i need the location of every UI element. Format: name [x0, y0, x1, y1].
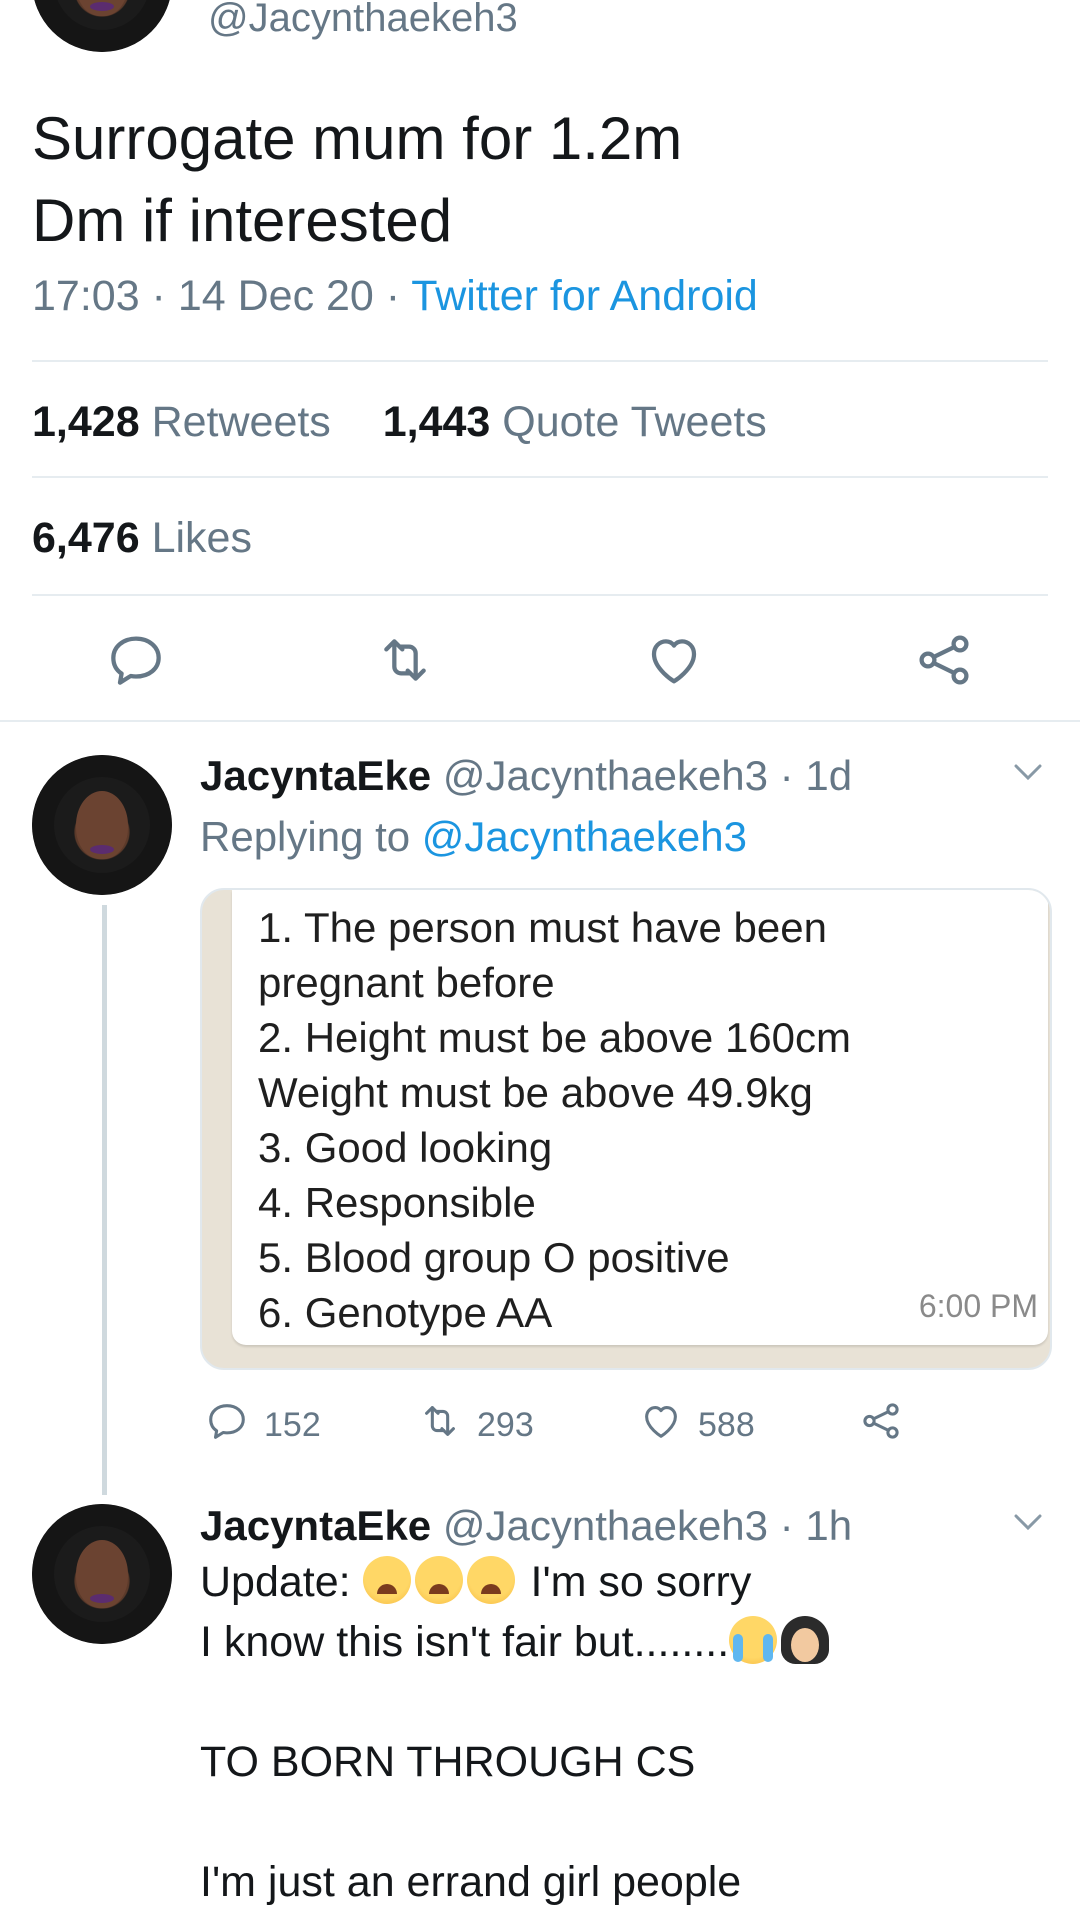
retweet-stats: 1,428 Retweets 1,443 Quote Tweets: [32, 398, 767, 447]
tweet-text-line: I'm just an errand girl people: [200, 1858, 742, 1906]
share-action[interactable]: [858, 1398, 904, 1453]
quotes-count: 1,443: [382, 398, 491, 446]
chat-line: Weight must be above 49.9kg: [258, 1069, 813, 1116]
heart-icon: [638, 1398, 684, 1453]
chat-line: 4. Responsible: [258, 1179, 536, 1226]
quotes-stat[interactable]: 1,443 Quote Tweets: [383, 398, 767, 446]
meta-separator: ·: [373, 272, 412, 320]
avatar[interactable]: [32, 1504, 172, 1644]
reply-icon: [204, 1398, 250, 1453]
meta-separator: ·: [139, 272, 178, 320]
retweets-count: 1,428: [32, 398, 140, 446]
reply-count: 152: [264, 1406, 321, 1444]
retweet-icon[interactable]: [373, 628, 437, 692]
tweet-text-segment: I'm so sorry: [518, 1558, 752, 1606]
author-name[interactable]: JacyntaEke: [200, 1502, 431, 1549]
replying-handle-link[interactable]: @Jacynthaekeh3: [422, 813, 747, 860]
divider: [32, 594, 1048, 596]
thread-connector: [102, 905, 107, 1495]
likes-stat[interactable]: 6,476 Likes: [32, 514, 252, 563]
share-icon: [858, 1398, 904, 1453]
share-icon[interactable]: [912, 628, 976, 692]
author-name[interactable]: JacyntaEke: [200, 752, 431, 799]
avatar[interactable]: [32, 0, 172, 52]
retweet-icon: [417, 1398, 463, 1453]
weary-face-emoji-icon: [362, 1556, 411, 1604]
chevron-down-icon[interactable]: [1010, 1510, 1046, 1534]
likes-count: 6,476: [32, 514, 140, 562]
divider: [32, 476, 1048, 478]
chat-line: pregnant before: [258, 959, 555, 1006]
likes-label: Likes: [151, 514, 252, 562]
attached-image[interactable]: 1. The person must have been pregnant be…: [200, 888, 1052, 1370]
author-handle[interactable]: @Jacynthaekeh3: [208, 0, 518, 41]
retweet-action[interactable]: 293: [417, 1398, 534, 1453]
reply-header: JacyntaEke @Jacynthaekeh3 · 1h: [200, 1502, 852, 1550]
tweet-age: · 1d: [768, 752, 853, 799]
tweet-text-line: I know this isn't fair but........: [200, 1612, 833, 1672]
retweets-stat[interactable]: 1,428 Retweets: [32, 398, 331, 446]
replying-to: Replying to @Jacynthaekeh3: [200, 813, 747, 861]
reply-action[interactable]: 152: [204, 1398, 321, 1453]
tweet-text-line: TO BORN THROUGH CS: [200, 1738, 696, 1786]
reply-icon[interactable]: [104, 628, 168, 692]
chevron-down-icon[interactable]: [1010, 760, 1046, 784]
author-handle[interactable]: @Jacynthaekeh3: [443, 752, 768, 799]
weary-face-emoji-icon: [466, 1556, 515, 1604]
quotes-label: Quote Tweets: [502, 398, 767, 446]
chat-line: 6. Genotype AA: [258, 1289, 553, 1336]
chat-message-text: 1. The person must have been pregnant be…: [258, 900, 851, 1340]
chat-timestamp: 6:00 PM: [918, 1288, 1038, 1324]
tweet-source-link[interactable]: Twitter for Android: [411, 272, 758, 320]
tweet-text: Surrogate mum for 1.2m Dm if interested: [32, 98, 682, 262]
chat-bubble: 1. The person must have been pregnant be…: [232, 890, 1048, 1345]
retweet-count: 293: [477, 1406, 534, 1444]
like-count: 588: [698, 1406, 755, 1444]
tweet-text-segment: I know this isn't fair but........: [200, 1618, 730, 1666]
chat-line: 3. Good looking: [258, 1124, 553, 1171]
like-action[interactable]: 588: [638, 1398, 755, 1453]
tweet-text-line: Surrogate mum for 1.2m: [32, 105, 683, 172]
chat-line: 1. The person must have been: [258, 904, 827, 951]
replying-prefix: Replying to: [200, 813, 422, 860]
chat-line: 2. Height must be above 160cm: [258, 1014, 852, 1061]
facepalm-emoji-icon: [781, 1616, 830, 1664]
section-divider: [0, 720, 1080, 722]
divider: [32, 360, 1048, 362]
retweets-label: Retweets: [151, 398, 331, 446]
weary-face-emoji-icon: [414, 1556, 463, 1604]
heart-icon[interactable]: [642, 628, 706, 692]
tweet-time: 17:03: [32, 272, 140, 320]
chat-line: 5. Blood group O positive: [258, 1234, 730, 1281]
author-handle[interactable]: @Jacynthaekeh3: [443, 1502, 768, 1549]
tweet-meta: 17:03 · 14 Dec 20 · Twitter for Android: [32, 272, 758, 321]
tweet-text-segment: Update:: [200, 1558, 363, 1606]
tweet-text-line: Dm if interested: [32, 187, 453, 254]
crying-face-emoji-icon: [729, 1616, 778, 1664]
tweet-date: 14 Dec 20: [177, 272, 374, 320]
reply-header: JacyntaEke @Jacynthaekeh3 · 1d: [200, 752, 852, 800]
avatar[interactable]: [32, 755, 172, 895]
tweet-age: · 1h: [768, 1502, 853, 1549]
tweet-text-line: Update: I'm so sorry: [200, 1552, 751, 1612]
